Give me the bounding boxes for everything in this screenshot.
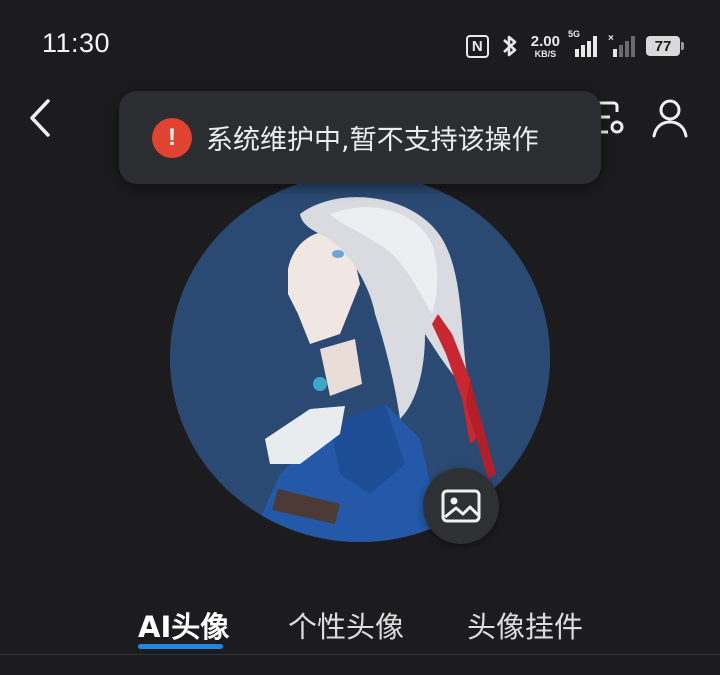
error-icon: ! bbox=[152, 117, 192, 158]
status-bar: 11:30 N 2.00 KB/S 5G × 77 bbox=[0, 0, 720, 90]
avatar-tabs: AI头像 个性头像 头像挂件 bbox=[0, 598, 720, 654]
toast-message: 系统维护中,暂不支持该操作 bbox=[206, 125, 539, 156]
svg-text:×: × bbox=[608, 33, 614, 44]
image-icon bbox=[441, 489, 481, 523]
nfc-icon: N bbox=[465, 34, 489, 58]
profile-button[interactable] bbox=[648, 96, 692, 140]
battery-icon: 77 bbox=[646, 36, 684, 56]
status-time: 11:30 bbox=[42, 28, 111, 58]
bluetooth-icon bbox=[502, 35, 517, 57]
tab-personal-avatar[interactable]: 个性头像 bbox=[288, 604, 404, 646]
active-tab-indicator bbox=[138, 644, 223, 649]
network-speed-unit: KB/S bbox=[534, 48, 557, 59]
signal-no-service-icon: × bbox=[608, 33, 635, 57]
network-speed-value: 2.00 bbox=[530, 32, 560, 50]
back-button[interactable] bbox=[22, 96, 58, 140]
status-icons: N 2.00 KB/S 5G × 77 bbox=[465, 29, 684, 62]
tab-avatar-frame[interactable]: 头像挂件 bbox=[467, 604, 583, 646]
signal-5g-icon: 5G bbox=[568, 29, 598, 59]
chevron-left-icon bbox=[30, 99, 50, 137]
network-speed: 2.00 KB/S bbox=[531, 34, 560, 59]
user-icon bbox=[652, 99, 688, 138]
signal-5g-label: 5G bbox=[568, 29, 581, 39]
tabs-divider bbox=[0, 654, 720, 655]
change-avatar-button[interactable] bbox=[423, 468, 499, 544]
tab-ai-avatar[interactable]: AI头像 bbox=[138, 604, 229, 646]
error-toast: ! 系统维护中,暂不支持该操作 bbox=[119, 91, 601, 184]
